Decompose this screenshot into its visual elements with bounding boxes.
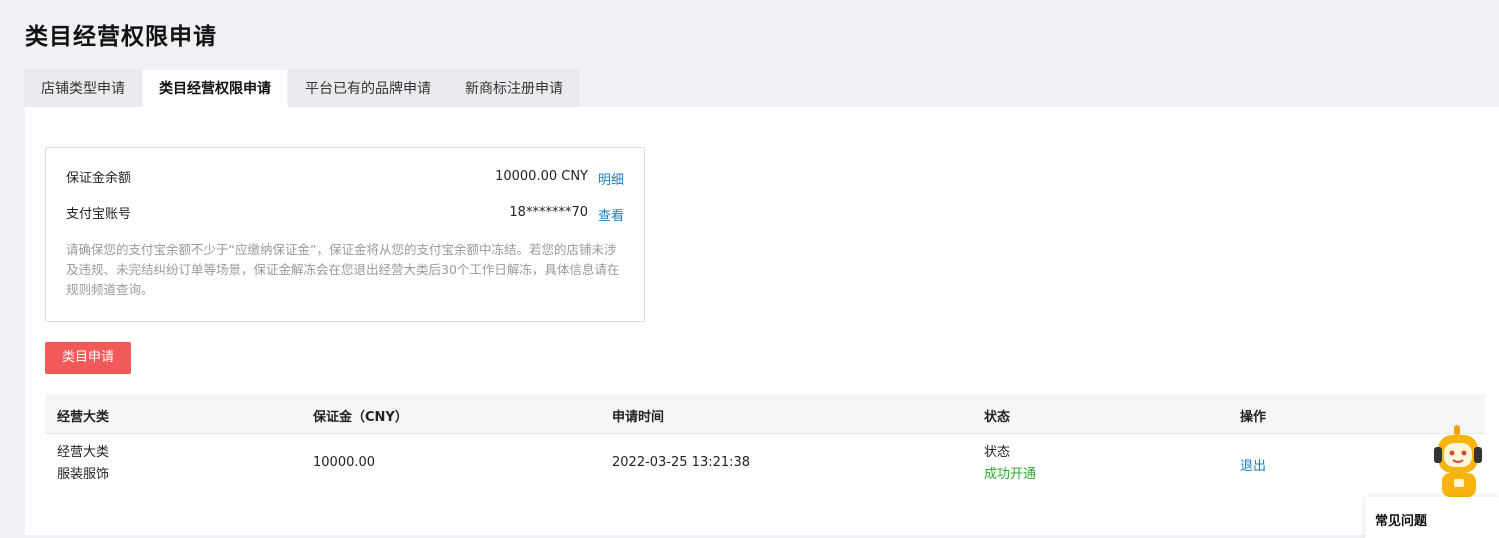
robot-assistant-icon[interactable] [1432, 425, 1499, 497]
deposit-note: 请确保您的支付宝余额不少于“应缴纳保证金”，保证金将从您的支付宝余额中冻结。若您… [66, 242, 620, 297]
page-title: 类目经营权限申请 [25, 24, 217, 50]
header-apply-time: 申请时间 [612, 410, 665, 425]
alipay-view-link[interactable]: 查看 [598, 205, 624, 224]
main-panel: 保证金余额 10000.00 CNY 明细 支付宝账号 18*******70 … [25, 107, 1499, 535]
header-status: 状态 [984, 410, 1011, 425]
status-title: 状态 [984, 445, 1011, 460]
alipay-account-value: 18*******70 [509, 205, 588, 220]
header-action: 操作 [1240, 410, 1267, 425]
tab-existing-brand[interactable]: 平台已有的品牌申请 [289, 70, 447, 107]
table-row: 经营大类 服装服饰 10000.00 2022-03-25 13:21:38 状… [45, 434, 1485, 494]
cell-category: 经营大类 服装服饰 [57, 442, 109, 486]
category-title: 经营大类 [57, 445, 110, 460]
exit-link[interactable]: 退出 [1240, 455, 1266, 474]
faq-button[interactable]: 常见问题 [1365, 497, 1499, 538]
header-category: 经营大类 [57, 410, 110, 425]
header-deposit: 保证金（CNY） [313, 410, 408, 425]
application-table: 经营大类 保证金（CNY） 申请时间 状态 操作 经营大类 服装服饰 10000… [45, 394, 1485, 494]
tab-bar: 店铺类型申请 类目经营权限申请 平台已有的品牌申请 新商标注册申请 [25, 70, 581, 107]
cell-apply-time: 2022-03-25 13:21:38 [612, 455, 751, 470]
deposit-balance-value: 10000.00 CNY [495, 169, 588, 184]
deposit-balance-label: 保证金余额 [66, 171, 132, 186]
alipay-account-row: 支付宝账号 18*******70 查看 [66, 203, 624, 224]
deposit-detail-link[interactable]: 明细 [598, 169, 624, 188]
deposit-balance-row: 保证金余额 10000.00 CNY 明细 [66, 167, 624, 188]
cell-deposit: 10000.00 [313, 455, 376, 470]
tab-store-type[interactable]: 店铺类型申请 [25, 70, 141, 107]
table-header: 经营大类 保证金（CNY） 申请时间 状态 操作 [45, 394, 1485, 434]
deposit-info-box: 保证金余额 10000.00 CNY 明细 支付宝账号 18*******70 … [45, 147, 645, 322]
cell-status: 状态 成功开通 [984, 442, 1036, 486]
category-apply-button[interactable]: 类目申请 [45, 342, 131, 374]
tab-category-permission[interactable]: 类目经营权限申请 [143, 70, 287, 107]
alipay-account-label: 支付宝账号 [66, 207, 132, 222]
status-badge: 成功开通 [984, 467, 1037, 482]
category-value: 服装服饰 [57, 467, 110, 482]
tab-new-trademark[interactable]: 新商标注册申请 [449, 70, 579, 107]
